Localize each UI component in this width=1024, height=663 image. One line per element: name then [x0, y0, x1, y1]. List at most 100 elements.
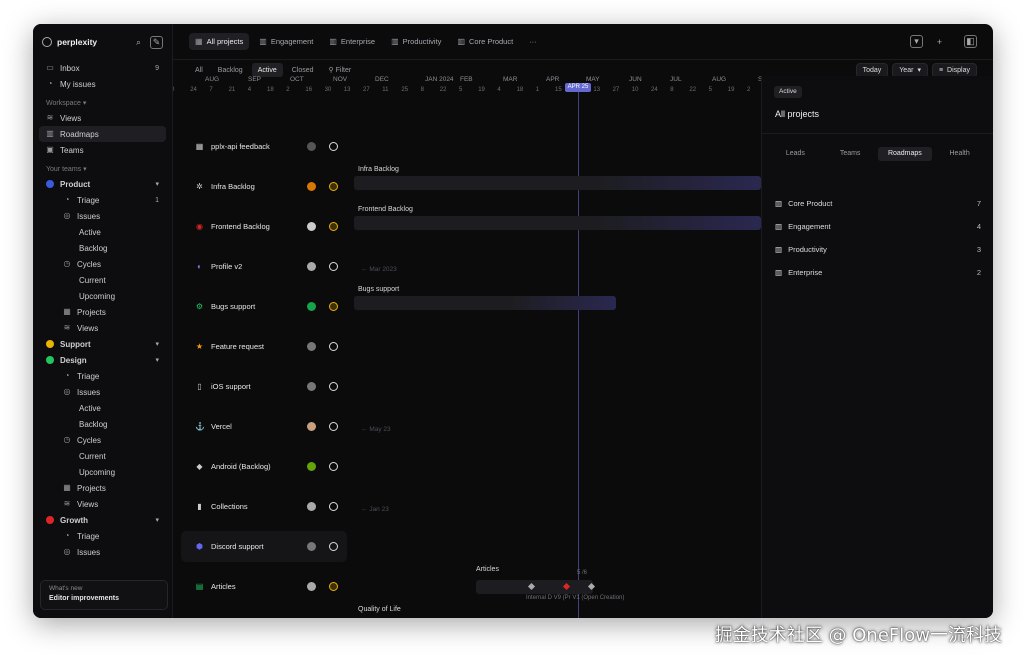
timeline-bar[interactable] — [354, 216, 761, 230]
project-status-icon[interactable] — [329, 382, 338, 391]
roadmap-item[interactable]: ▥ Engagement 4 — [775, 219, 981, 233]
project-status-icon[interactable] — [329, 462, 338, 471]
sidebar-item-triage[interactable]: ◔ Triage — [39, 368, 166, 384]
sidebar-item-backlog[interactable]: Backlog — [39, 416, 166, 432]
lead-avatar[interactable] — [307, 422, 316, 431]
workspace-name[interactable]: perplexity — [57, 37, 127, 47]
sidebar-item-views[interactable]: ≋ Views — [39, 110, 166, 126]
lead-avatar[interactable] — [307, 342, 316, 351]
panel-tab-health[interactable]: Health — [932, 147, 987, 161]
lead-avatar[interactable] — [307, 502, 316, 511]
offscreen-arrow[interactable]: ← Mar 2023 — [361, 266, 397, 273]
sidebar-item-growth[interactable]: Growth ▾ — [39, 512, 166, 528]
filter-all[interactable]: All — [189, 63, 209, 77]
sidebar-item-cycles[interactable]: ◷ Cycles — [39, 256, 166, 272]
project-status-icon[interactable] — [329, 542, 338, 551]
project-row[interactable]: ▮ Collections — [181, 491, 347, 522]
roadmap-item[interactable]: ▥ Enterprise 2 — [775, 265, 981, 279]
lead-avatar[interactable] — [307, 142, 316, 151]
sidebar-item-inbox[interactable]: ▭ Inbox 9 — [39, 60, 166, 76]
sidebar-item-projects[interactable]: ▦ Projects — [39, 480, 166, 496]
sidebar-item-active[interactable]: Active — [39, 224, 166, 240]
new-issue-icon[interactable]: ✎ — [150, 35, 163, 49]
project-row[interactable]: ◉ Frontend Backlog — [181, 211, 347, 242]
tab--[interactable]: ··· — [523, 33, 543, 50]
panel-tab-roadmaps[interactable]: Roadmaps — [877, 147, 933, 161]
lead-avatar[interactable] — [307, 222, 316, 231]
lead-avatar[interactable] — [307, 302, 316, 311]
whats-new-card[interactable]: What's new Editor improvements — [40, 580, 168, 610]
lead-avatar[interactable] — [307, 382, 316, 391]
sidebar-item-teams[interactable]: ▣ Teams — [39, 142, 166, 158]
sidebar-item-views[interactable]: ≋ Views — [39, 320, 166, 336]
sidebar-item-my-issues[interactable]: ◔ My issues — [39, 76, 166, 92]
sidebar-item-views[interactable]: ≋ Views — [39, 496, 166, 512]
sidebar-item-support[interactable]: Support ▾ — [39, 336, 166, 352]
panel-toggle-icon[interactable]: ◧ — [964, 35, 977, 48]
tab-productivity[interactable]: ▥ Productivity — [385, 33, 447, 50]
sidebar-item-issues[interactable]: ◎ Issues — [39, 384, 166, 400]
your-teams-section-label[interactable]: Your teams ▾ — [33, 162, 172, 176]
project-status-icon[interactable] — [329, 262, 338, 271]
sidebar-item-current[interactable]: Current — [39, 272, 166, 288]
project-row[interactable]: ▣Quality of Life — [181, 611, 347, 618]
sidebar-item-backlog[interactable]: Backlog — [39, 240, 166, 256]
tab-enterprise[interactable]: ▥ Enterprise — [323, 33, 381, 50]
filter-button[interactable]: ⚲ Filter — [323, 63, 358, 77]
lead-avatar[interactable] — [307, 182, 316, 191]
offscreen-arrow[interactable]: ← Jan 23 — [361, 506, 389, 513]
project-status-icon[interactable] — [329, 422, 338, 431]
sidebar-item-issues[interactable]: ◎ Issues — [39, 544, 166, 560]
lead-avatar[interactable] — [307, 542, 316, 551]
filter-active[interactable]: Active — [251, 63, 283, 77]
sidebar-item-cycles[interactable]: ◷ Cycles — [39, 432, 166, 448]
tab-engagement[interactable]: ▥ Engagement — [253, 33, 319, 50]
sidebar-item-design[interactable]: Design ▾ — [39, 352, 166, 368]
tab-core-product[interactable]: ▥ Core Product — [451, 33, 519, 50]
inbox-toggle-icon[interactable]: ▾ — [910, 35, 923, 48]
offscreen-arrow[interactable]: ← May 23 — [361, 426, 391, 433]
filter-closed[interactable]: Closed — [286, 63, 320, 77]
tab-all-projects[interactable]: ▦ All projects — [189, 33, 250, 50]
project-row[interactable]: ⚓ Vercel — [181, 411, 347, 442]
workspace-section-label[interactable]: Workspace ▾ — [33, 96, 172, 110]
workspace-header[interactable]: perplexity ⌕ ✎ — [33, 24, 172, 60]
lead-avatar[interactable] — [307, 262, 316, 271]
sidebar-item-product[interactable]: Product ▾ — [39, 176, 166, 192]
roadmap-item[interactable]: ▥ Productivity 3 — [775, 242, 981, 256]
sidebar-item-upcoming[interactable]: Upcoming — [39, 464, 166, 480]
project-row[interactable]: ⬢ Discord support — [181, 531, 347, 562]
sidebar-item-upcoming[interactable]: Upcoming — [39, 288, 166, 304]
sidebar-item-projects[interactable]: ▦ Projects — [39, 304, 166, 320]
lead-avatar[interactable] — [307, 582, 316, 591]
lead-avatar[interactable] — [307, 462, 316, 471]
status-badge[interactable]: Active — [774, 86, 802, 98]
project-row[interactable]: ★ Feature request — [181, 331, 347, 362]
panel-tab-leads[interactable]: Leads — [768, 147, 823, 161]
project-status-icon[interactable] — [329, 182, 338, 191]
filter-backlog[interactable]: Backlog — [212, 63, 249, 77]
project-status-icon[interactable] — [329, 582, 338, 591]
project-status-icon[interactable] — [329, 342, 338, 351]
add-icon[interactable]: + — [933, 35, 946, 48]
project-status-icon[interactable] — [329, 302, 338, 311]
project-row[interactable]: ▤ Articles — [181, 571, 347, 602]
search-icon[interactable]: ⌕ — [132, 36, 145, 49]
project-status-icon[interactable] — [329, 142, 338, 151]
sidebar-item-triage[interactable]: ◔ Triage — [39, 528, 166, 544]
sidebar-item-triage[interactable]: ◔ Triage 1 — [39, 192, 166, 208]
timeline-bar[interactable] — [354, 296, 616, 310]
sidebar-item-current[interactable]: Current — [39, 448, 166, 464]
project-row[interactable]: ◐ Profile v2 — [181, 251, 347, 282]
project-row[interactable]: ▦ pplx-api feedback — [181, 131, 347, 162]
panel-tab-teams[interactable]: Teams — [823, 147, 878, 161]
sidebar-item-roadmaps[interactable]: ▥ Roadmaps — [39, 126, 166, 142]
project-row[interactable]: ✲ Infra Backlog — [181, 171, 347, 202]
project-status-icon[interactable] — [329, 502, 338, 511]
project-status-icon[interactable] — [329, 222, 338, 231]
sidebar-item-issues[interactable]: ◎ Issues — [39, 208, 166, 224]
roadmap-item[interactable]: ▥ Core Product 7 — [775, 196, 981, 210]
project-row[interactable]: ◆ Android (Backlog) — [181, 451, 347, 482]
sidebar-item-active[interactable]: Active — [39, 400, 166, 416]
project-row[interactable]: ⚙ Bugs support — [181, 291, 347, 322]
